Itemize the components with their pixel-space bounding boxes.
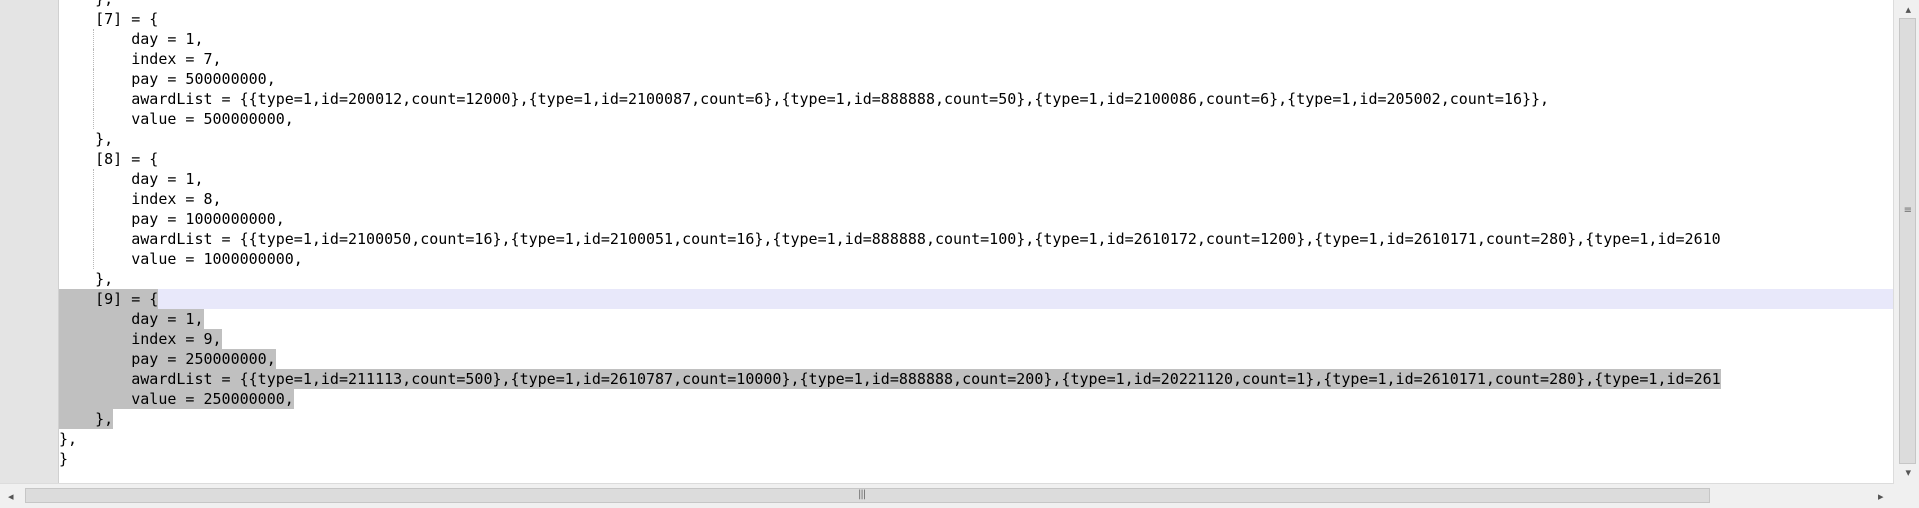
code-text: awardList = {{type=1,id=211113,count=500… <box>59 369 1721 389</box>
code-line[interactable]: 61 day = 1, <box>59 169 1894 189</box>
code-editor[interactable]: 52 },53 [7] = {54 day = 1,55 index = 7,5… <box>0 0 1919 508</box>
code-line[interactable]: 70 pay = 250000000, <box>59 349 1894 369</box>
code-text: awardList = {{type=1,id=200012,count=120… <box>59 90 1550 108</box>
code-line[interactable]: 54 day = 1, <box>59 29 1894 49</box>
code-line[interactable]: 67 [9] = { <box>59 289 1894 309</box>
horizontal-scrollbar[interactable]: ◂ ▸ <box>0 483 1894 508</box>
line-number-gutter[interactable] <box>0 0 59 483</box>
code-line[interactable]: 55 index = 7, <box>59 49 1894 69</box>
code-line[interactable]: 71 awardList = {{type=1,id=211113,count=… <box>59 369 1894 389</box>
code-line[interactable]: 72 value = 250000000, <box>59 389 1894 409</box>
code-line[interactable]: 60 [8] = { <box>59 149 1894 169</box>
scroll-right-arrow-icon[interactable]: ▸ <box>1878 491 1884 502</box>
code-lines: 52 },53 [7] = {54 day = 1,55 index = 7,5… <box>59 0 1894 469</box>
code-text: [8] = { <box>59 150 159 168</box>
code-line[interactable]: 65 value = 1000000000, <box>59 249 1894 269</box>
code-area[interactable]: 52 },53 [7] = {54 day = 1,55 index = 7,5… <box>59 0 1894 483</box>
code-text: }, <box>59 270 114 288</box>
code-line[interactable]: 64 awardList = {{type=1,id=2100050,count… <box>59 229 1894 249</box>
horizontal-grip-icon: ||| <box>858 489 866 500</box>
code-text: day = 1, <box>59 309 204 329</box>
code-text: value = 250000000, <box>59 389 294 409</box>
code-text: pay = 500000000, <box>59 70 276 88</box>
code-text: day = 1, <box>59 170 204 188</box>
code-text: }, <box>59 409 114 429</box>
vertical-scrollbar[interactable]: ▴ ≡ ▾ <box>1893 0 1919 483</box>
code-text: [7] = { <box>59 10 159 28</box>
code-text: value = 500000000, <box>59 110 294 128</box>
code-line[interactable]: 59 }, <box>59 129 1894 149</box>
code-text: }, <box>59 0 113 9</box>
code-line[interactable]: 63 pay = 1000000000, <box>59 209 1894 229</box>
vertical-scroll-thumb[interactable] <box>1899 18 1916 464</box>
code-line[interactable]: 68 day = 1, <box>59 309 1894 329</box>
code-line[interactable]: 66 }, <box>59 269 1894 289</box>
code-line[interactable]: 73 }, <box>59 409 1894 429</box>
code-text: }, <box>59 430 78 448</box>
code-text: pay = 250000000, <box>59 349 276 369</box>
code-text: index = 9, <box>59 329 222 349</box>
code-line[interactable]: 52 }, <box>59 0 1894 9</box>
code-line[interactable]: 53 [7] = { <box>59 9 1894 29</box>
code-line[interactable]: 75} <box>59 449 1894 469</box>
code-text: value = 1000000000, <box>59 250 303 268</box>
code-line[interactable]: 74}, <box>59 429 1894 449</box>
scrollbar-corner <box>1894 483 1919 508</box>
code-text: [9] = { <box>59 289 159 309</box>
code-text: } <box>59 450 69 468</box>
scroll-up-arrow-icon[interactable]: ▴ <box>1905 4 1911 15</box>
code-line[interactable]: 57 awardList = {{type=1,id=200012,count=… <box>59 89 1894 109</box>
code-line[interactable]: 58 value = 500000000, <box>59 109 1894 129</box>
code-text: awardList = {{type=1,id=2100050,count=16… <box>59 230 1721 248</box>
code-text: index = 8, <box>59 190 222 208</box>
code-text: }, <box>59 130 114 148</box>
code-text: pay = 1000000000, <box>59 210 285 228</box>
horizontal-scroll-thumb[interactable] <box>25 488 1710 503</box>
scroll-left-arrow-icon[interactable]: ◂ <box>8 491 14 502</box>
vertical-grip-icon: ≡ <box>1903 205 1912 216</box>
code-line[interactable]: 69 index = 9, <box>59 329 1894 349</box>
code-text: index = 7, <box>59 50 222 68</box>
code-text: day = 1, <box>59 30 204 48</box>
code-line[interactable]: 62 index = 8, <box>59 189 1894 209</box>
code-line[interactable]: 56 pay = 500000000, <box>59 69 1894 89</box>
scroll-down-arrow-icon[interactable]: ▾ <box>1905 467 1911 478</box>
